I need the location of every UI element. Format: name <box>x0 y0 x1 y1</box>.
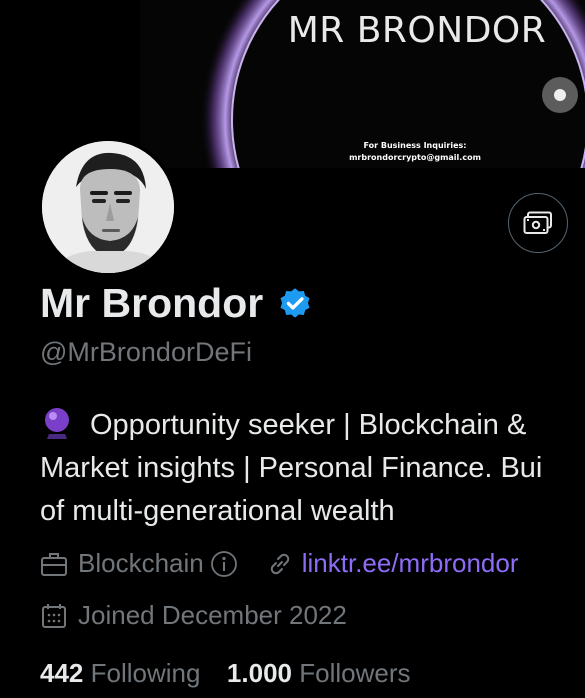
portrait-graphic <box>42 141 174 273</box>
banner-business-line1: For Business Inquiries: <box>363 141 467 150</box>
bio-line-1: Opportunity seeker | Blockchain & <box>40 404 585 447</box>
money-bill-button[interactable] <box>508 193 568 253</box>
banner-business-text: For Business Inquiries: mrbrondorcrypto@… <box>330 140 500 164</box>
bio-text-1: Opportunity seeker | Blockchain & <box>90 409 527 441</box>
profile-category: Blockchain <box>78 548 204 578</box>
profile-name-row: Mr Brondor <box>40 280 313 327</box>
info-icon[interactable] <box>210 550 238 578</box>
avatar[interactable] <box>38 137 178 277</box>
link-icon <box>270 553 289 574</box>
briefcase-icon <box>41 552 67 576</box>
banner-title: MR BRONDOR <box>287 10 547 51</box>
followers-link[interactable]: 1.000 Followers <box>227 658 411 688</box>
avatar-photo <box>42 141 174 273</box>
bio-text-3: of multi-generational wealth <box>40 495 395 527</box>
profile-bio: Opportunity seeker | Blockchain & Market… <box>40 404 585 533</box>
display-name: Mr Brondor <box>40 280 264 326</box>
profile-meta-row: Blockchain linktr.ee/mrbrondor <box>40 548 519 579</box>
following-count: 442 <box>40 658 84 688</box>
following-link[interactable]: 442 Following <box>40 658 208 688</box>
calendar-icon <box>42 603 66 628</box>
joined-date: Joined December 2022 <box>78 600 347 630</box>
joined-row: Joined December 2022 <box>40 600 347 631</box>
bio-text-2: Market insights | Personal Finance. Bui <box>40 452 543 484</box>
crystal-ball-icon <box>45 408 69 439</box>
profile-handle: @MrBrondorDeFi <box>40 337 252 367</box>
profile-website-link[interactable]: linktr.ee/mrbrondor <box>302 548 519 579</box>
follow-counts: 442 Following 1.000 Followers <box>40 658 410 689</box>
followers-label: Followers <box>299 658 411 688</box>
followers-count: 1.000 <box>226 658 292 688</box>
verified-badge-icon[interactable] <box>277 286 313 322</box>
money-bill-icon <box>523 211 552 234</box>
banner-business-email: mrbrondorcrypto@gmail.com <box>349 153 481 162</box>
following-label: Following <box>90 658 201 688</box>
